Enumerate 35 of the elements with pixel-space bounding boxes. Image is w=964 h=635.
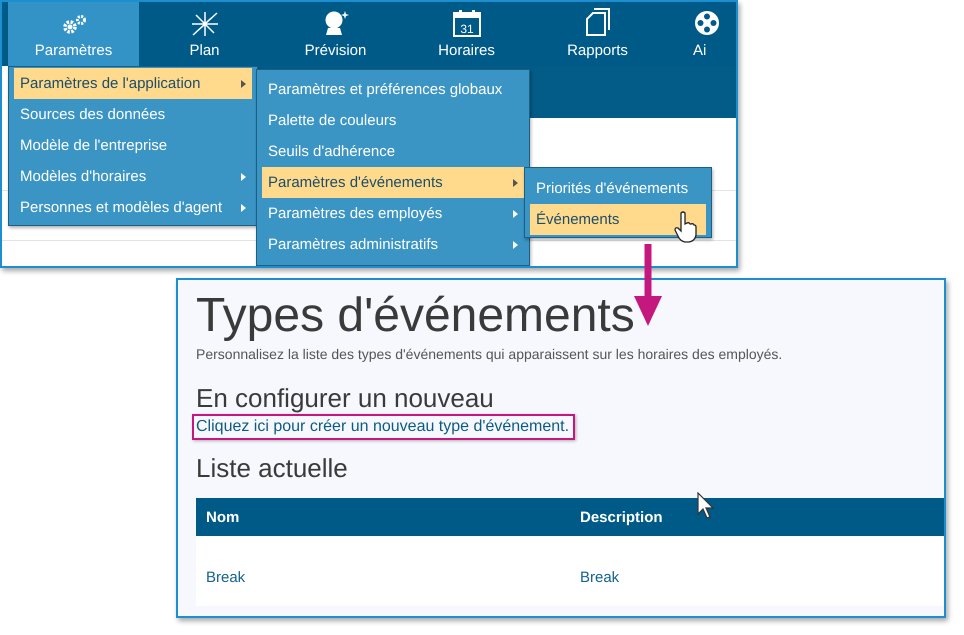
menu-item[interactable]: Paramètres des employés xyxy=(262,198,524,229)
page-title: Types d'événements xyxy=(196,288,636,344)
calendar-icon: 31 xyxy=(452,9,482,37)
menu-item[interactable]: Modèle de l'entreprise xyxy=(14,130,252,161)
create-link[interactable]: Cliquez ici pour créer un nouveau type d'événement. xyxy=(196,418,570,435)
nav-tab[interactable]: Plan xyxy=(139,2,270,66)
page-description: Personnalisez la liste des types d'événements qui apparaissent sur les horaires des employés. xyxy=(196,346,784,362)
compass-icon xyxy=(190,11,220,37)
column-header: Nom xyxy=(205,508,240,526)
menu-item[interactable]: Personnes et modèles d'agent xyxy=(14,192,252,223)
hand-cursor-icon xyxy=(674,211,698,243)
arrow-cursor-icon xyxy=(697,492,715,519)
menu-item[interactable]: Palette de couleurs xyxy=(262,105,524,136)
nav-tab[interactable]: Rapports xyxy=(532,2,663,66)
section-heading: En configurer un nouveau xyxy=(196,382,495,414)
menu-item[interactable]: Paramètres d'événements xyxy=(262,167,524,198)
menu-item[interactable]: Seuils d'adhérence xyxy=(262,136,524,167)
menu-item[interactable]: Sources des données xyxy=(14,99,252,130)
table-cell-text: Break xyxy=(205,568,246,586)
nav-tab[interactable]: Ai xyxy=(663,2,733,66)
table-cell-text: Break xyxy=(579,568,620,586)
menu-item[interactable]: Priorités d'événements xyxy=(530,173,706,204)
column-header: Description xyxy=(579,508,664,526)
nav-tab[interactable]: Prévision xyxy=(270,2,401,66)
menu-item[interactable]: Paramètres de l'application xyxy=(14,68,252,99)
menu-item[interactable]: Événements xyxy=(530,204,706,235)
documents-icon xyxy=(584,7,610,37)
film-reel-icon xyxy=(693,9,721,37)
menu-item[interactable]: Modèles d'horaires xyxy=(14,161,252,192)
table-row[interactable]: Break Break xyxy=(196,536,944,606)
menu-item[interactable]: Paramètres et préférences globaux xyxy=(262,74,524,105)
nav-tab[interactable]: Paramètres xyxy=(8,2,139,66)
section-heading: Liste actuelle xyxy=(196,452,349,484)
nav-tab[interactable]: 31 Horaires xyxy=(401,2,532,66)
menu-item[interactable]: Paramètres administratifs xyxy=(262,229,524,260)
